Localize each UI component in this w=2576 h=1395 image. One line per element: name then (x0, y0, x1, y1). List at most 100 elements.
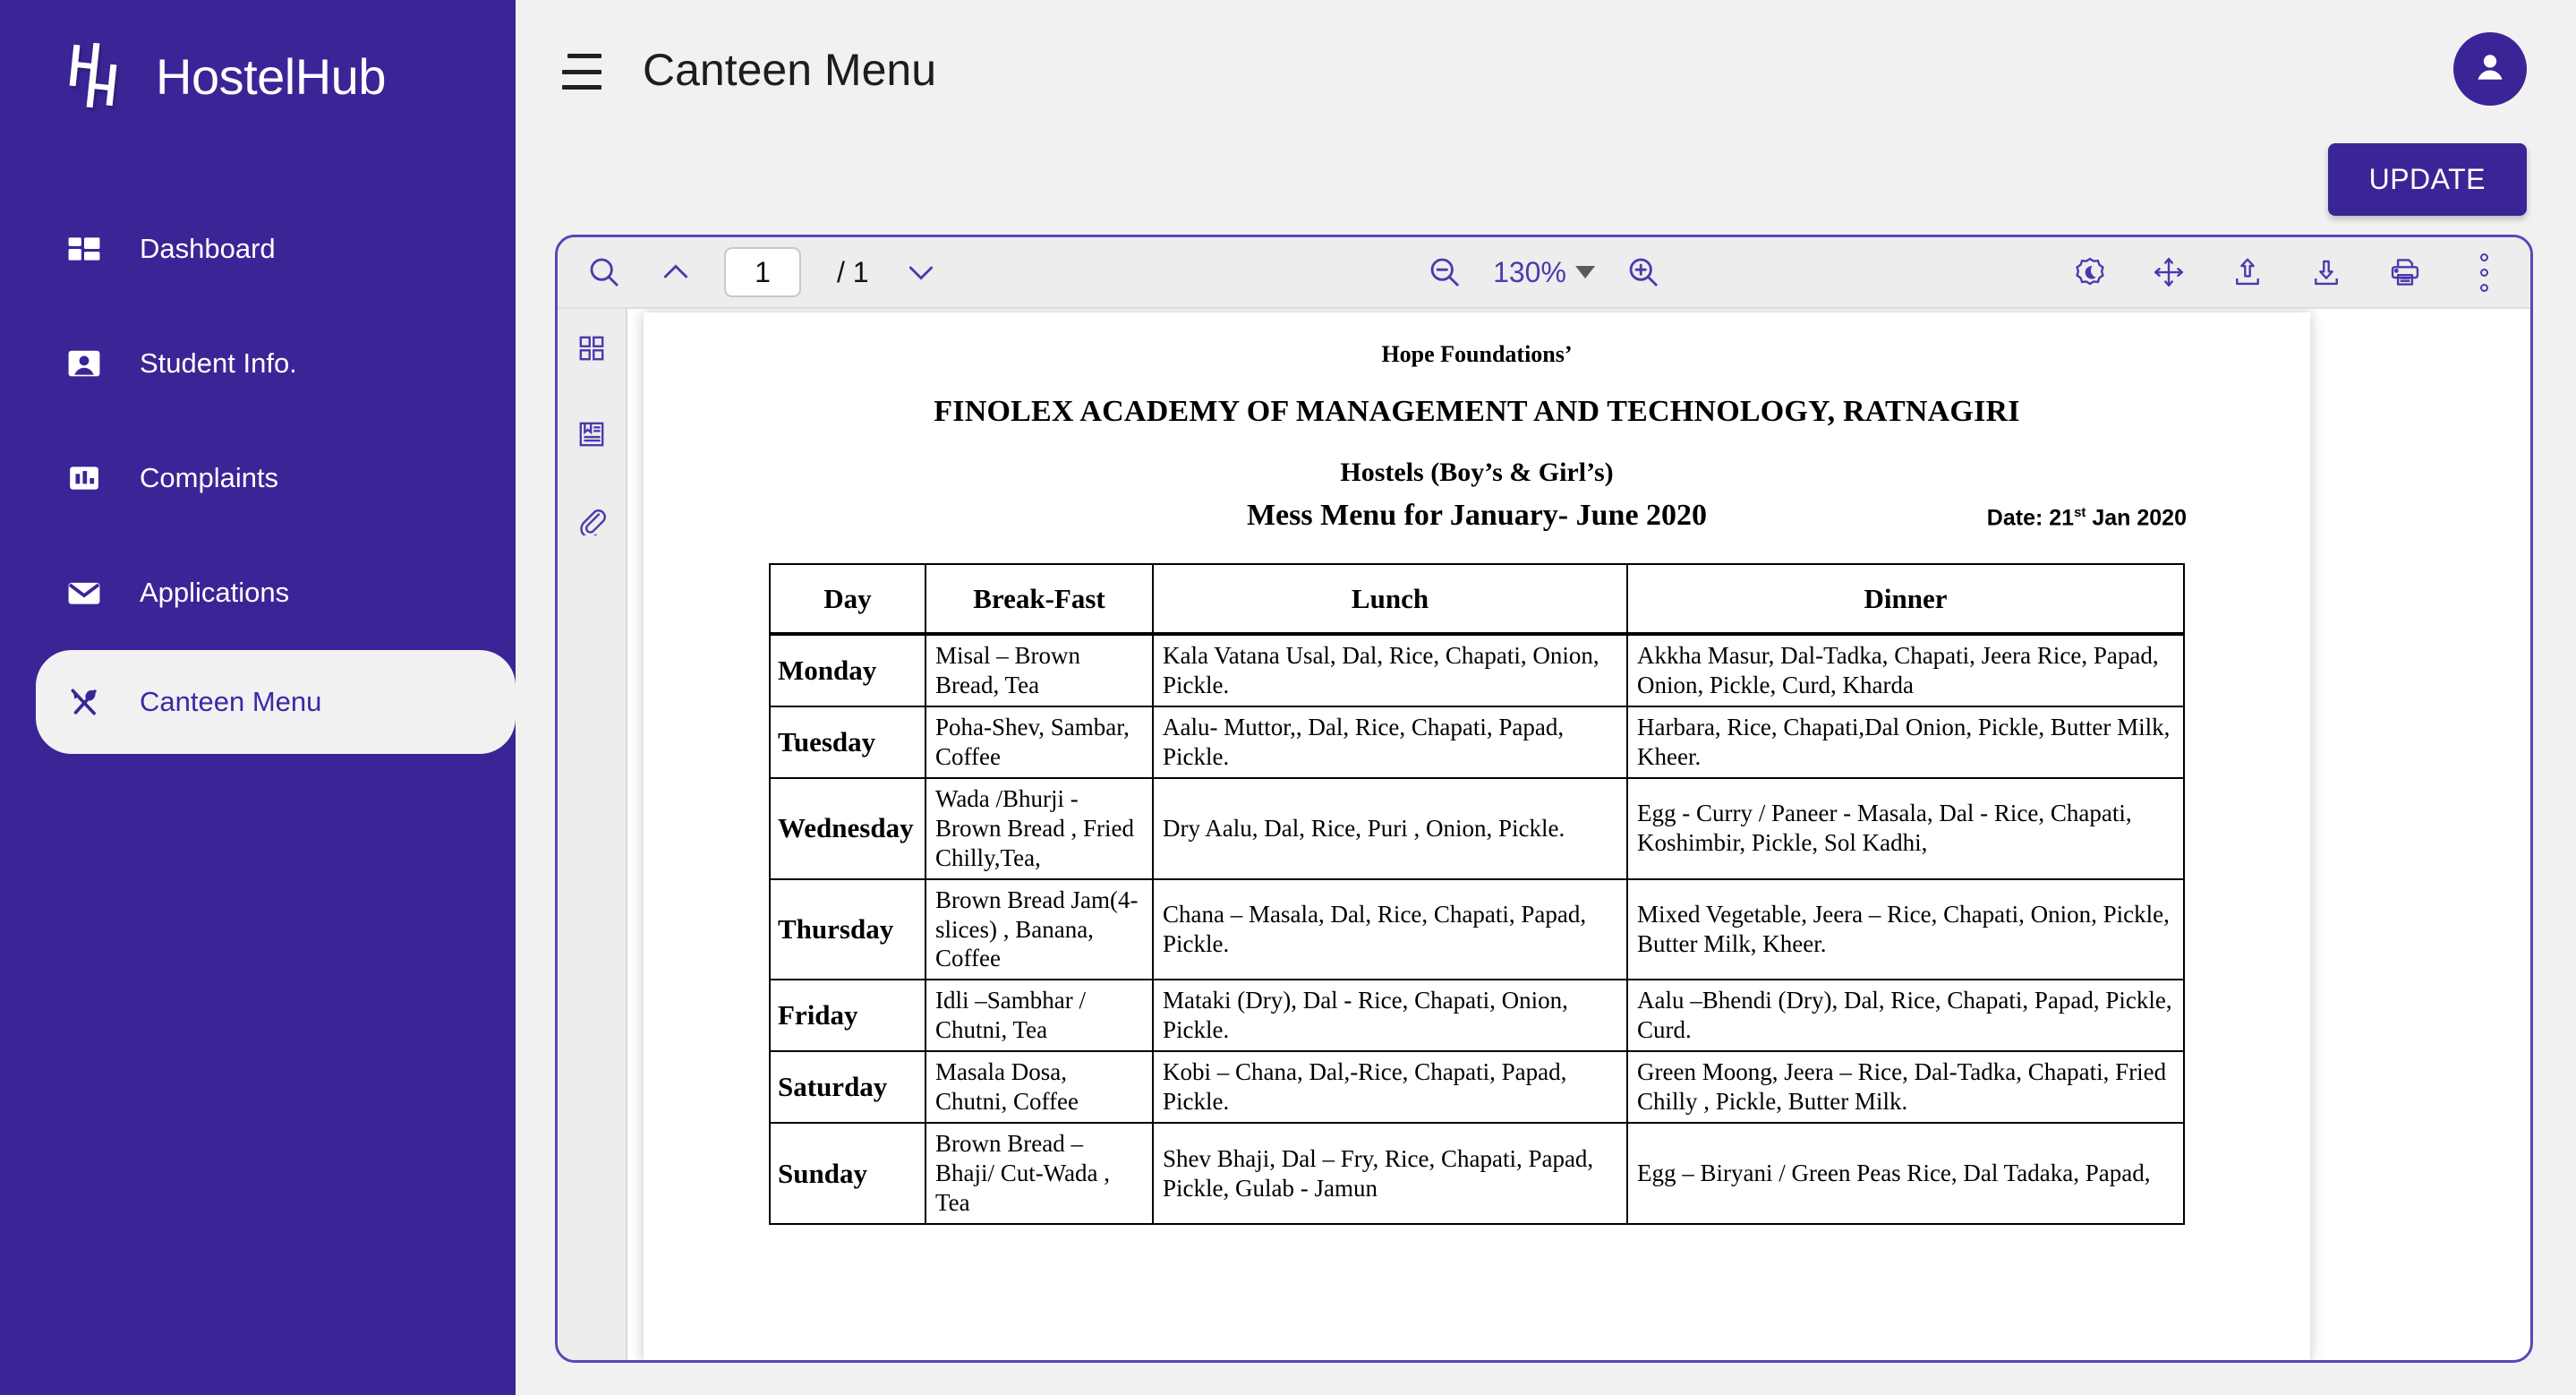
zoom-level-value: 130% (1493, 255, 1566, 288)
pdf-toolbar: / 1 130% (558, 237, 2530, 309)
bar-chart-icon (66, 460, 102, 496)
pan-move-icon[interactable] (2145, 249, 2192, 295)
update-button[interactable]: UPDATE (2327, 143, 2527, 216)
cell-breakfast: Masala Dosa, Chutni, Coffee (925, 1050, 1154, 1125)
zoom-level-dropdown[interactable]: 130% (1493, 256, 1595, 289)
pdf-viewer-body: Hope Foundations’ FINOLEX ACADEMY OF MAN… (558, 309, 2530, 1360)
document-college: FINOLEX ACADEMY OF MANAGEMENT AND TECHNO… (934, 395, 2020, 428)
table-row: Friday Idli –Sambhar / Chutni, Tea Matak… (769, 979, 2185, 1053)
column-header-dinner: Dinner (1626, 563, 2185, 636)
hostelhub-h-logo-icon (66, 43, 124, 109)
cell-lunch: Shev Bhaji, Dal – Fry, Rice, Chapati, Pa… (1152, 1122, 1628, 1225)
column-header-lunch: Lunch (1152, 563, 1628, 636)
dashboard-grid-icon (66, 231, 102, 267)
sidebar-item-label: Dashboard (140, 233, 276, 264)
column-header-breakfast: Break-Fast (925, 563, 1154, 636)
cell-breakfast: Wada /Bhurji - Brown Bread , Fried Chill… (925, 776, 1154, 880)
print-icon[interactable] (2382, 249, 2428, 295)
cell-dinner: Green Moong, Jeera – Rice, Dal-Tadka, Ch… (1626, 1050, 2185, 1125)
zoom-in-icon[interactable] (1620, 249, 1667, 295)
zoom-out-icon[interactable] (1421, 249, 1468, 295)
mess-menu-table: Day Break-Fast Lunch Dinner Monday Misal… (769, 563, 2185, 1225)
cell-lunch: Kala Vatana Usal, Dal, Rice, Chapati, On… (1152, 633, 1628, 707)
pdf-toolbar-zoom: 130% (1421, 249, 1667, 295)
search-icon[interactable] (581, 249, 627, 295)
pdf-toolbar-right (2067, 249, 2507, 295)
dark-mode-icon[interactable] (2067, 249, 2113, 295)
cell-lunch: Mataki (Dry), Dal - Rice, Chapati, Onion… (1152, 979, 1628, 1053)
sidebar-item-student-info[interactable]: Student Info. (0, 306, 516, 421)
cell-breakfast: Brown Bread Jam(4-slices) , Banana, Coff… (925, 877, 1154, 981)
cell-lunch: Kobi – Chana, Dal,-Rice, Chapati, Papad,… (1152, 1050, 1628, 1125)
cell-day: Friday (769, 979, 926, 1053)
table-row: Thursday Brown Bread Jam(4-slices) , Ban… (769, 877, 2185, 981)
sidebar-item-label: Student Info. (140, 347, 297, 379)
sidebar-nav: Dashboard Student Info. Complaints Appli… (0, 192, 516, 795)
cell-day: Tuesday (769, 705, 926, 779)
main-content: Canteen Menu UPDATE 1 / 1 130% Hope Foun… (516, 0, 2576, 1395)
cell-lunch: Dry Aalu, Dal, Rice, Puri , Onion, Pickl… (1152, 776, 1628, 880)
person-avatar-icon (2470, 47, 2510, 91)
sidebar-item-dashboard[interactable]: Dashboard (0, 192, 516, 306)
document-org: Hope Foundations’ (1381, 341, 1573, 367)
thumbnails-grid-icon[interactable] (572, 329, 611, 368)
table-row: Tuesday Poha-Shev, Sambar, Coffee Aalu- … (769, 705, 2185, 779)
more-options-icon[interactable] (2461, 249, 2507, 295)
pdf-document-scroll[interactable]: Hope Foundations’ FINOLEX ACADEMY OF MAN… (627, 309, 2530, 1360)
brand-name: HostelHub (156, 47, 386, 105)
document-date: Date: 21st Jan 2020 (1987, 505, 2187, 531)
cell-dinner: Akkha Masur, Dal-Tadka, Chapati, Jeera R… (1626, 633, 2185, 707)
table-row: Saturday Masala Dosa, Chutni, Coffee Kob… (769, 1050, 2185, 1125)
pdf-side-rail (558, 309, 627, 1360)
cell-lunch: Aalu- Muttor,, Dal, Rice, Chapati, Papad… (1152, 705, 1628, 779)
cell-day: Wednesday (769, 776, 926, 880)
sidebar-item-complaints[interactable]: Complaints (0, 421, 516, 535)
cell-lunch: Chana – Masala, Dal, Rice, Chapati, Papa… (1152, 877, 1628, 981)
topbar: Canteen Menu UPDATE (516, 0, 2576, 216)
document-date-prefix: Date: 21 (1986, 505, 2075, 530)
page-total-label: / 1 (837, 255, 869, 288)
cell-day: Sunday (769, 1122, 926, 1225)
download-icon[interactable] (2303, 249, 2350, 295)
upload-icon[interactable] (2224, 249, 2271, 295)
chevron-down-icon (1574, 266, 1595, 278)
brand: HostelHub (0, 0, 516, 152)
sidebar-item-applications[interactable]: Applications (0, 535, 516, 650)
user-badge-icon (66, 346, 102, 381)
table-header-row: Day Break-Fast Lunch Dinner (769, 563, 2185, 636)
cell-breakfast: Idli –Sambhar / Chutni, Tea (925, 979, 1154, 1053)
page-title: Canteen Menu (643, 45, 937, 95)
sidebar-item-label: Canteen Menu (140, 686, 322, 717)
table-row: Wednesday Wada /Bhurji - Brown Bread , F… (769, 776, 2185, 880)
cell-dinner: Harbara, Rice, Chapati,Dal Onion, Pickle… (1626, 705, 2185, 779)
sidebar-item-canteen-menu[interactable]: Canteen Menu (36, 609, 516, 795)
cell-dinner: Mixed Vegetable, Jeera – Rice, Chapati, … (1626, 877, 2185, 981)
cell-day: Saturday (769, 1050, 926, 1125)
document-hostels: Hostels (Boy’s & Girl’s) (1340, 458, 1614, 487)
document-mess-row: Mess Menu for January- June 2020 Date: 2… (697, 499, 2256, 533)
sidebar-item-label: Complaints (140, 462, 279, 493)
cell-day: Monday (769, 633, 926, 707)
chevron-up-icon[interactable] (653, 249, 699, 295)
pdf-viewer: / 1 130% (555, 235, 2533, 1363)
app-root: HostelHub Dashboard Student Info. Compla… (0, 0, 2576, 1395)
attachments-paperclip-icon[interactable] (572, 501, 611, 540)
chevron-down-icon[interactable] (898, 249, 944, 295)
page-number-input[interactable] (724, 247, 801, 297)
pdf-toolbar-left: / 1 (581, 247, 944, 297)
cell-breakfast: Poha-Shev, Sambar, Coffee (925, 705, 1154, 779)
fork-spoon-icon (66, 684, 102, 720)
cell-dinner: Egg – Biryani / Green Peas Rice, Dal Tad… (1626, 1122, 2185, 1225)
cell-breakfast: Misal – Brown Bread, Tea (925, 633, 1154, 707)
pdf-page: Hope Foundations’ FINOLEX ACADEMY OF MAN… (644, 312, 2310, 1360)
cell-dinner: Aalu –Bhendi (Dry), Dal, Rice, Chapati, … (1626, 979, 2185, 1053)
hamburger-icon[interactable] (559, 54, 601, 90)
column-header-day: Day (769, 563, 926, 636)
document-date-suffix: Jan 2020 (2086, 505, 2187, 530)
table-row: Monday Misal – Brown Bread, Tea Kala Vat… (769, 633, 2185, 707)
envelope-icon (66, 575, 102, 611)
avatar[interactable] (2453, 32, 2527, 106)
bookmarks-outline-icon[interactable] (572, 415, 611, 454)
sidebar: HostelHub Dashboard Student Info. Compla… (0, 0, 516, 1395)
cell-day: Thursday (769, 877, 926, 981)
